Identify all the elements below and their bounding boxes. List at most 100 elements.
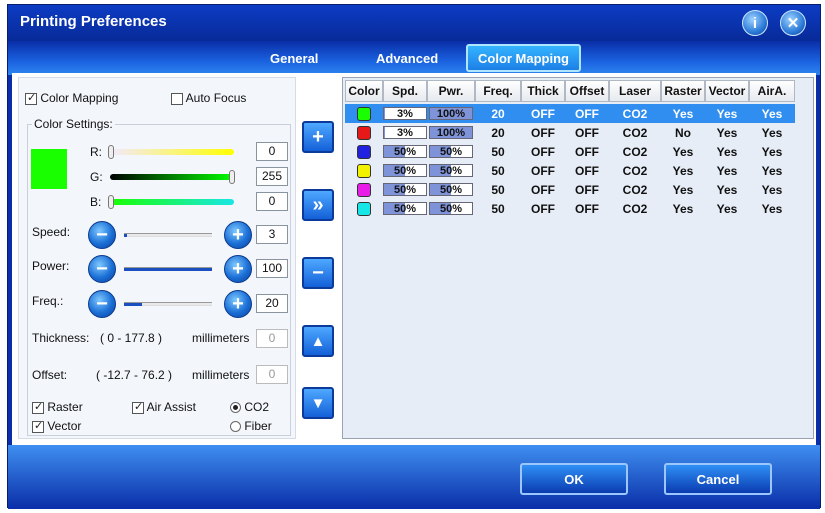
table-row[interactable]: 50% 50% 50 OFF OFF CO2 Yes Yes Yes <box>345 161 795 180</box>
vector-cell: Yes <box>716 144 738 159</box>
speed-minus-button[interactable]: − <box>88 221 116 249</box>
speed-slider[interactable] <box>124 233 212 237</box>
column-header[interactable]: Thick <box>521 80 565 102</box>
aira-cell: Yes <box>761 201 783 216</box>
co2-radio[interactable]: CO2 <box>230 400 269 414</box>
laser-cell: CO2 <box>622 125 648 140</box>
r-value-field[interactable]: 0 <box>256 142 288 161</box>
move-down-button[interactable]: ▼ <box>302 387 334 419</box>
r-label: R: <box>90 145 102 159</box>
fiber-radio[interactable]: Fiber <box>230 419 272 433</box>
vector-checkbox[interactable]: Vector <box>32 419 81 433</box>
offset-range: ( -12.7 - 76.2 ) <box>96 368 173 382</box>
laser-cell: CO2 <box>622 144 648 159</box>
power-slider[interactable] <box>124 267 212 271</box>
laser-cell: CO2 <box>622 163 648 178</box>
pwr-value: 100% <box>436 127 466 139</box>
table-row[interactable]: 3% 100% 20 OFF OFF CO2 No Yes Yes <box>345 123 795 142</box>
column-header[interactable]: Raster <box>661 80 705 102</box>
raster-checkbox[interactable]: Raster <box>32 400 83 414</box>
pwr-bar: 100% <box>429 107 473 120</box>
table-row[interactable]: 50% 50% 50 OFF OFF CO2 Yes Yes Yes <box>345 142 795 161</box>
freq-plus-button[interactable]: + <box>224 290 252 318</box>
spd-bar: 50% <box>383 183 427 196</box>
close-icon[interactable]: ✕ <box>780 10 806 36</box>
power-value-field[interactable]: 100 <box>256 259 288 278</box>
speed-plus-button[interactable]: + <box>224 221 252 249</box>
add-color-button[interactable]: + <box>302 121 334 153</box>
color-settings-label: Color Settings: <box>32 117 115 131</box>
spd-value: 50% <box>393 165 417 177</box>
column-header[interactable]: Offset <box>565 80 609 102</box>
aira-cell: Yes <box>761 106 783 121</box>
color-cell <box>345 104 383 123</box>
air-assist-checkbox[interactable]: Air Assist <box>132 400 196 414</box>
pwr-cell: 50% <box>427 180 475 199</box>
spd-value: 3% <box>397 108 413 120</box>
move-up-button[interactable]: ▲ <box>302 325 334 357</box>
column-header[interactable]: Vector <box>705 80 749 102</box>
printing-preferences-window: Printing Preferences i ✕ General Advance… <box>7 4 821 509</box>
checkbox-icon <box>171 92 183 105</box>
checkbox-icon <box>32 419 44 433</box>
table-row[interactable]: 50% 50% 50 OFF OFF CO2 Yes Yes Yes <box>345 180 795 199</box>
g-slider-thumb[interactable] <box>229 170 235 184</box>
color-mapping-checkbox[interactable]: Color Mapping <box>25 91 118 105</box>
b-value-field[interactable]: 0 <box>256 192 288 211</box>
radio-icon <box>230 421 241 433</box>
b-slider-thumb[interactable] <box>108 195 114 209</box>
column-header[interactable]: Freq. <box>475 80 521 102</box>
color-swatch <box>357 125 371 140</box>
freq-cell: 50 <box>491 182 505 197</box>
power-plus-button[interactable]: + <box>224 255 252 283</box>
spd-bar: 3% <box>383 107 427 120</box>
g-slider[interactable] <box>110 174 234 180</box>
tab-general[interactable]: General <box>260 44 328 72</box>
offset-unit: millimeters <box>192 368 250 382</box>
table-row[interactable]: 3% 100% 20 OFF OFF CO2 Yes Yes Yes <box>345 104 795 123</box>
r-slider[interactable] <box>110 149 234 155</box>
column-header[interactable]: Color <box>345 80 383 102</box>
color-swatch <box>357 163 371 178</box>
thickness-unit: millimeters <box>192 331 250 345</box>
tab-color-mapping[interactable]: Color Mapping <box>466 44 581 72</box>
table-row[interactable]: 50% 50% 50 OFF OFF CO2 Yes Yes Yes <box>345 199 795 218</box>
offset-cell: OFF <box>575 182 599 197</box>
speed-value-field[interactable]: 3 <box>256 225 288 244</box>
freq-slider[interactable] <box>124 302 212 306</box>
thickness-value-field[interactable]: 0 <box>256 329 288 348</box>
remove-color-button[interactable]: − <box>302 257 334 289</box>
g-value-field[interactable]: 255 <box>256 167 288 186</box>
pwr-value: 100% <box>436 108 466 120</box>
tab-advanced[interactable]: Advanced <box>366 44 448 72</box>
freq-minus-button[interactable]: − <box>88 290 116 318</box>
pwr-value: 50% <box>439 184 463 196</box>
freq-cell: 50 <box>491 163 505 178</box>
freq-cell: 50 <box>491 201 505 216</box>
b-slider[interactable] <box>110 199 234 205</box>
thick-cell: OFF <box>531 201 555 216</box>
column-header[interactable]: Spd. <box>383 80 427 102</box>
laser-cell: CO2 <box>622 182 648 197</box>
r-slider-thumb[interactable] <box>108 145 114 159</box>
forward-button[interactable]: » <box>302 189 334 221</box>
color-swatch <box>357 201 371 216</box>
column-header[interactable]: AirA. <box>749 80 795 102</box>
column-header[interactable]: Pwr. <box>427 80 475 102</box>
power-minus-button[interactable]: − <box>88 255 116 283</box>
pwr-value: 50% <box>439 146 463 158</box>
info-icon[interactable]: i <box>742 10 768 36</box>
offset-value-field[interactable]: 0 <box>256 365 288 384</box>
title-bar: Printing Preferences i ✕ <box>8 5 820 41</box>
column-header[interactable]: Laser <box>609 80 661 102</box>
color-settings-panel: Color Mapping Auto Focus Color Settings:… <box>18 77 296 439</box>
freq-value-field[interactable]: 20 <box>256 294 288 313</box>
laser-cell: CO2 <box>622 201 648 216</box>
freq-cell: 20 <box>491 106 505 121</box>
ok-button[interactable]: OK <box>520 463 628 495</box>
freq-cell: 20 <box>491 125 505 140</box>
offset-cell: OFF <box>575 163 599 178</box>
cancel-button[interactable]: Cancel <box>664 463 772 495</box>
color-settings-group: Color Settings: R: 0 G: 255 B: 0 Speed: … <box>27 117 291 436</box>
auto-focus-checkbox[interactable]: Auto Focus <box>171 91 246 105</box>
